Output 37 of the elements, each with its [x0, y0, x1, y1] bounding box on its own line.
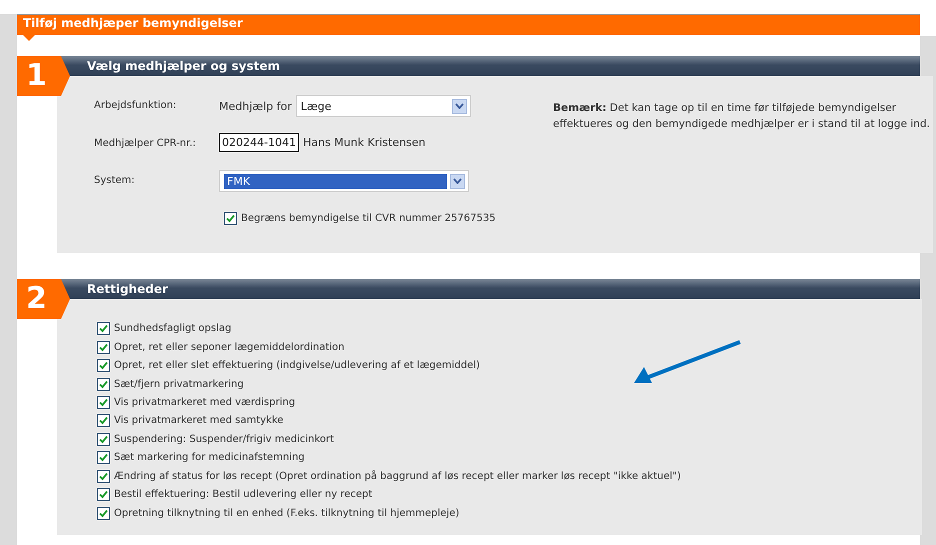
checkbox-label: Vis privatmarkeret med værdispring [114, 397, 296, 408]
checkbox-label: Opret, ret eller seponer lægemiddelordination [114, 342, 344, 353]
cpr-input-field[interactable]: 020244-1041 [219, 133, 299, 152]
checkbox-label: Suspendering: Suspender/frigiv medicinkort [114, 434, 334, 445]
step-number: 2 [17, 279, 70, 319]
helper-name: Hans Munk Kristensen [302, 136, 426, 149]
pointer-notch [23, 35, 35, 41]
work-function-dropdown[interactable]: Læge [296, 95, 471, 117]
checkbox[interactable] [97, 488, 110, 502]
system-dropdown[interactable]: FMK [219, 170, 469, 192]
checkbox-label: Ændring af status for løs recept (Opret ordination på baggrund af løs recept eller marker løs recept "ikke aktuel") [114, 470, 681, 482]
checkbox[interactable] [97, 470, 110, 483]
checkbox-label: Vis privatmarkeret med samtykke [114, 415, 284, 426]
checkbox-label: Sundhedsfagligt opslag [114, 323, 232, 334]
checkbox[interactable] [97, 378, 110, 391]
checkbox-label: Sæt markering for medicinafstemning [114, 452, 305, 464]
checkbox[interactable] [97, 451, 110, 464]
checkbox-label: Opret, ret eller slet effektuering (indgivelse/udlevering af et lægemiddel) [114, 360, 480, 372]
checkbox[interactable] [97, 322, 110, 336]
checkbox-label: Bestil effektuering: Bestil udlevering eller ny recept [114, 489, 372, 500]
field-label: Arbejdsfunktion: [94, 99, 178, 113]
field-label: Medhjælp for [219, 100, 292, 112]
checkbox[interactable] [97, 396, 110, 410]
checkbox[interactable] [224, 212, 237, 225]
field-label: Medhjælper CPR-nr.: [94, 137, 197, 151]
checkbox[interactable] [97, 340, 110, 354]
field-label: System: [94, 174, 136, 188]
checkbox[interactable] [97, 432, 110, 446]
checkbox[interactable] [97, 506, 110, 520]
checkbox[interactable] [97, 359, 110, 372]
checkbox[interactable] [97, 414, 110, 428]
page-title-bar: Tilføj medhjæper bemyndigelser [17, 14, 920, 35]
checkbox-label: Begræns bemyndigelse til CVR nummer 25767535 [241, 213, 496, 224]
step-number: 1 [17, 56, 70, 96]
note-text: Bemærk: Det kan tage op til en time før tilføjede bemyndigelser effektueres og den bemyndigede medhjælper er i stand til at logge ind. [552, 101, 931, 132]
checkbox-label: Opretning tilknytning til en enhed (F.eks. tilknytning til hjemmepleje) [114, 508, 460, 519]
checkbox-label: Sæt/fjern privatmarkering [114, 378, 244, 390]
